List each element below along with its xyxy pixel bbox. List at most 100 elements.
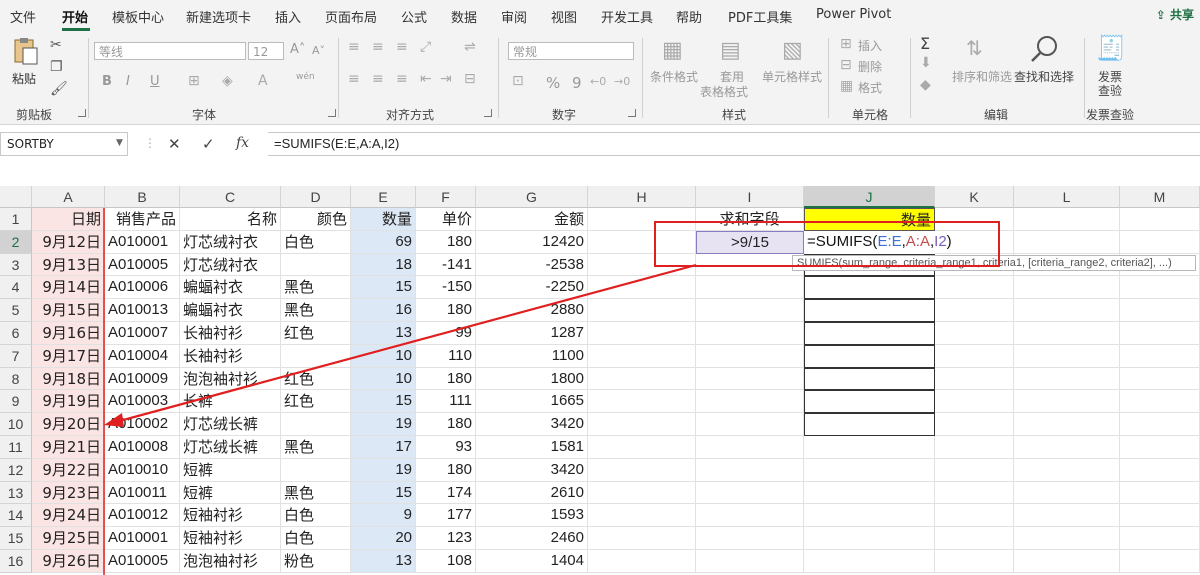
cell-K10[interactable] [935, 413, 1014, 436]
cell-L8[interactable] [1014, 367, 1120, 391]
cell-F13[interactable]: 174 [416, 481, 476, 505]
cell-B2[interactable]: A010001 [105, 230, 180, 254]
cell-G15[interactable]: 2460 [476, 527, 588, 550]
cell-A11[interactable]: 9月21日 [32, 436, 105, 459]
tab-8[interactable]: 审阅 [501, 7, 527, 26]
font-name-dropdown[interactable]: 等线 [94, 42, 246, 60]
row-header-12[interactable]: 12 [0, 458, 32, 482]
invoice-check-icon[interactable]: 🧾 [1096, 36, 1126, 60]
cell-K15[interactable] [935, 527, 1014, 550]
cell-F3[interactable]: -141 [416, 253, 476, 277]
cell-I11[interactable] [696, 436, 804, 459]
row-header-15[interactable]: 15 [0, 527, 32, 550]
row-header-9[interactable]: 9 [0, 390, 32, 414]
cell-K6[interactable] [935, 322, 1014, 345]
cell-F2[interactable]: 180 [416, 230, 476, 254]
cell-B14[interactable]: A010012 [105, 504, 180, 528]
cell-E4[interactable]: 15 [351, 276, 416, 300]
cell-D11[interactable]: 黑色 [281, 436, 351, 459]
cell-L16[interactable] [1014, 550, 1120, 573]
cell-J9[interactable] [804, 390, 935, 414]
clear-icon[interactable]: ◆ [920, 78, 931, 92]
cell-H4[interactable] [588, 276, 696, 300]
cell-J5[interactable] [804, 299, 935, 322]
tab-12[interactable]: PDF工具集 [728, 7, 792, 26]
row-header-11[interactable]: 11 [0, 436, 32, 459]
cell-K16[interactable] [935, 550, 1014, 573]
row-header-8[interactable]: 8 [0, 367, 32, 391]
cell-L1[interactable] [1014, 208, 1120, 231]
cell-H11[interactable] [588, 436, 696, 459]
cell-F12[interactable]: 180 [416, 458, 476, 482]
cell-C1[interactable]: 名称 [180, 208, 281, 231]
cell-M13[interactable] [1120, 481, 1200, 505]
indent-decrease-icon[interactable]: ⇤ [420, 72, 432, 86]
cell-I16[interactable] [696, 550, 804, 573]
cell-C5[interactable]: 蝙蝠衬衣 [180, 299, 281, 322]
fill-icon[interactable]: ⬇ [920, 56, 932, 70]
column-header-B[interactable]: B [105, 186, 180, 208]
cell-K1[interactable] [935, 208, 1014, 231]
cell-B4[interactable]: A010006 [105, 276, 180, 300]
cell-E15[interactable]: 20 [351, 527, 416, 550]
cell-B3[interactable]: A010005 [105, 253, 180, 277]
cell-B10[interactable]: A010002 [105, 413, 180, 436]
cell-D5[interactable]: 黑色 [281, 299, 351, 322]
cell-K5[interactable] [935, 299, 1014, 322]
column-header-F[interactable]: F [416, 186, 476, 208]
cell-K8[interactable] [935, 367, 1014, 391]
row-header-7[interactable]: 7 [0, 344, 32, 368]
cell-E7[interactable]: 10 [351, 344, 416, 368]
cell-H5[interactable] [588, 299, 696, 322]
cell-J15[interactable] [804, 527, 935, 550]
cell-G2[interactable]: 12420 [476, 230, 588, 254]
cell-B16[interactable]: A010005 [105, 550, 180, 573]
cell-A7[interactable]: 9月17日 [32, 344, 105, 368]
column-header-M[interactable]: M [1120, 186, 1200, 208]
cell-M1[interactable] [1120, 208, 1200, 231]
cell-H1[interactable] [588, 208, 696, 231]
cell-J4[interactable] [804, 276, 935, 300]
name-box[interactable]: SORTBY [0, 132, 128, 156]
cell-L6[interactable] [1014, 322, 1120, 345]
fill-color-icon[interactable]: ◈ [222, 74, 233, 88]
tab-7[interactable]: 数据 [451, 7, 477, 26]
cell-K11[interactable] [935, 436, 1014, 459]
formula-input[interactable]: =SUMIFS(E:E,A:A,I2) [268, 132, 1200, 156]
cell-J13[interactable] [804, 481, 935, 505]
cell-K13[interactable] [935, 481, 1014, 505]
cell-J16[interactable] [804, 550, 935, 573]
cell-A3[interactable]: 9月13日 [32, 253, 105, 277]
cell-K7[interactable] [935, 344, 1014, 368]
cell-G16[interactable]: 1404 [476, 550, 588, 573]
bold-button[interactable]: B [102, 74, 112, 89]
cell-C4[interactable]: 蝙蝠衬衣 [180, 276, 281, 300]
column-header-J[interactable]: J [804, 186, 935, 208]
comma-button[interactable]: 9 [572, 74, 582, 92]
cell-H13[interactable] [588, 481, 696, 505]
cell-A6[interactable]: 9月16日 [32, 322, 105, 345]
indent-increase-icon[interactable]: ⇥ [440, 72, 452, 86]
cell-H7[interactable] [588, 344, 696, 368]
cell-J6[interactable] [804, 322, 935, 345]
cell-M9[interactable] [1120, 390, 1200, 414]
cell-C6[interactable]: 长袖衬衫 [180, 322, 281, 345]
cell-E9[interactable]: 15 [351, 390, 416, 414]
cell-D8[interactable]: 红色 [281, 367, 351, 391]
cell-A1[interactable]: 日期 [32, 208, 105, 231]
cell-F11[interactable]: 93 [416, 436, 476, 459]
cancel-formula-button[interactable]: ✕ [168, 135, 181, 153]
name-box-dropdown-icon[interactable]: ▼ [116, 138, 123, 148]
cell-C2[interactable]: 灯芯绒衬衣 [180, 230, 281, 254]
column-header-D[interactable]: D [281, 186, 351, 208]
format-cells-icon[interactable]: ▦ [840, 79, 853, 93]
cell-G13[interactable]: 2610 [476, 481, 588, 505]
cell-D16[interactable]: 粉色 [281, 550, 351, 573]
cell-L15[interactable] [1014, 527, 1120, 550]
underline-button[interactable]: U [150, 74, 160, 89]
cell-L2[interactable] [1014, 230, 1120, 254]
cell-L4[interactable] [1014, 276, 1120, 300]
paste-button[interactable]: 粘贴 [8, 36, 44, 94]
cell-B15[interactable]: A010001 [105, 527, 180, 550]
tab-4[interactable]: 插入 [275, 7, 301, 26]
